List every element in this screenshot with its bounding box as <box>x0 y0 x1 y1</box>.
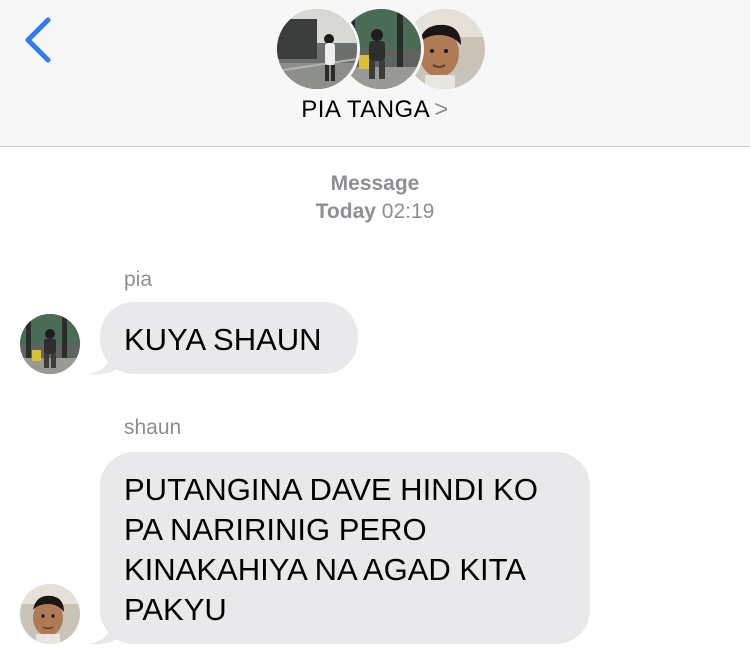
timestamp-day: Today <box>315 200 376 223</box>
chevron-right-icon: > <box>434 96 449 123</box>
message-bubble[interactable]: PUTANGINA DAVE HINDI KO PA NARIRINIG PER… <box>100 452 590 644</box>
avatar[interactable] <box>20 584 80 644</box>
chevron-left-icon <box>25 17 51 63</box>
avatar <box>274 6 360 92</box>
message-text: PUTANGINA DAVE HINDI KO PA NARIRINIG PER… <box>124 472 538 627</box>
group-avatars[interactable] <box>274 6 488 92</box>
timestamp-time: 02:19 <box>381 200 435 223</box>
conversation-header: PIA TANGA > <box>0 0 750 147</box>
back-button[interactable] <box>14 12 62 68</box>
sender-name: shaun <box>124 416 182 439</box>
message-bubble[interactable]: KUYA SHAUN <box>100 302 358 374</box>
service-label: Message <box>330 172 420 195</box>
sender-name: pia <box>124 268 153 291</box>
group-name-label: PIA TANGA <box>301 96 431 123</box>
group-name-button[interactable]: PIA TANGA > <box>0 96 750 124</box>
timestamp: Today 02:19 <box>0 200 750 224</box>
message-text: KUYA SHAUN <box>124 322 322 357</box>
avatar[interactable] <box>20 314 80 374</box>
